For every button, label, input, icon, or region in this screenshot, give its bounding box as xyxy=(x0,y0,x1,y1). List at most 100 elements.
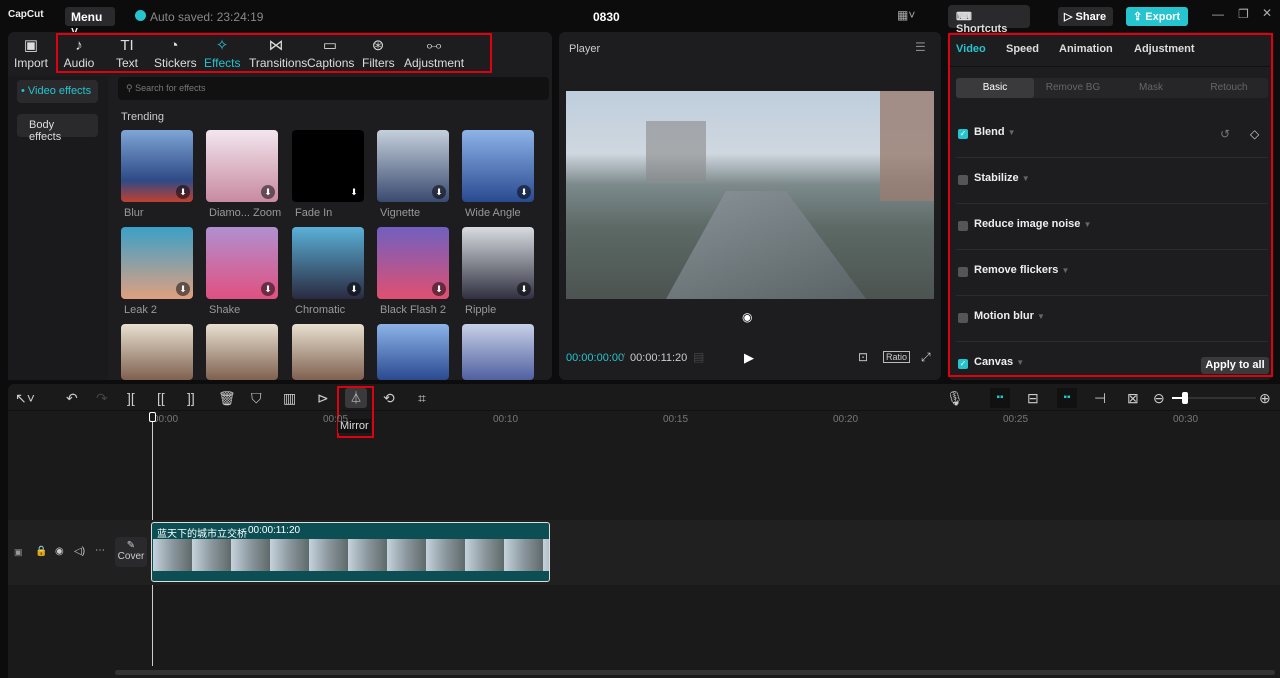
tab-speed[interactable]: Speed xyxy=(1006,43,1039,55)
horizontal-scrollbar[interactable] xyxy=(115,670,1275,675)
split-icon[interactable]: ][ xyxy=(127,390,135,406)
download-icon[interactable]: ⬇ xyxy=(517,185,531,199)
download-icon[interactable]: ⬇ xyxy=(261,282,275,296)
effect-thumbnail[interactable]: ⬇ xyxy=(121,130,193,202)
zoom-in-icon[interactable]: ⊕ xyxy=(1259,390,1271,407)
tab-adjustment[interactable]: ⧟ Adjustment xyxy=(404,36,464,70)
export-button[interactable]: ⇪ Export xyxy=(1126,7,1188,26)
tab-effects[interactable]: ✧ Effects xyxy=(204,36,240,70)
link-icon[interactable]: ⊟ xyxy=(1027,390,1039,407)
preview-axis-toggle[interactable]: ▪▪ xyxy=(1057,388,1077,408)
effect-thumbnail[interactable]: ⬇ xyxy=(292,227,364,299)
reset-icon[interactable]: ↺ xyxy=(1220,127,1230,141)
download-icon[interactable]: ⬇ xyxy=(176,282,190,296)
zoom-fit-icon[interactable]: ⊡ xyxy=(858,350,868,364)
tab-audio[interactable]: ♪ Audio xyxy=(62,36,96,70)
subtab-remove-bg[interactable]: Remove BG xyxy=(1034,78,1112,98)
effect-thumbnail[interactable]: ⬇ xyxy=(206,227,278,299)
video-clip[interactable]: 蓝天下的城市立交桥 00:00:11:20 xyxy=(151,522,550,582)
keyframe-icon[interactable]: ◇ xyxy=(1250,127,1259,141)
player-menu-icon[interactable]: ☰ xyxy=(915,40,926,54)
download-icon[interactable]: ⬇ xyxy=(261,185,275,199)
tab-adjustment-right[interactable]: Adjustment xyxy=(1134,43,1195,55)
effect-thumbnail[interactable] xyxy=(206,324,278,380)
option-checkbox[interactable] xyxy=(958,175,968,185)
tab-filters[interactable]: ⊛ Filters xyxy=(362,36,395,70)
option-checkbox[interactable] xyxy=(958,313,968,323)
freeze-icon[interactable]: ▥ xyxy=(283,390,296,407)
effect-thumbnail[interactable] xyxy=(292,324,364,380)
audio-mute-icon[interactable]: ◁) xyxy=(74,546,85,557)
zoom-out-icon[interactable]: ⊖ xyxy=(1153,390,1165,407)
magnet-toggle[interactable]: ▪▪ xyxy=(990,388,1010,408)
more-icon[interactable]: ⋯ xyxy=(95,545,105,556)
menu-button[interactable]: Menu ˅ xyxy=(65,7,115,38)
split-view-icon[interactable]: ⊣ xyxy=(1094,390,1106,407)
share-button[interactable]: ▷ Share xyxy=(1058,7,1113,26)
redo-icon[interactable]: ↷ xyxy=(96,390,108,407)
total-time: 00:00:11:20 xyxy=(630,352,688,364)
video-preview[interactable] xyxy=(566,91,934,299)
subtab-basic[interactable]: Basic xyxy=(956,78,1034,98)
download-icon[interactable]: ⬇ xyxy=(347,185,361,199)
option-checkbox[interactable] xyxy=(958,221,968,231)
subtab-mask[interactable]: Mask xyxy=(1112,78,1190,98)
thumbnail-icon[interactable]: ⊠ xyxy=(1127,390,1139,407)
audio-wave-icon[interactable]: ◉ xyxy=(742,310,752,324)
layout-icon[interactable]: ▦˅ xyxy=(897,8,915,22)
effect-thumbnail[interactable]: ⬇ xyxy=(462,227,534,299)
tab-video[interactable]: Video xyxy=(956,43,986,55)
tab-animation[interactable]: Animation xyxy=(1059,43,1113,55)
lock-icon[interactable]: 🔒 xyxy=(35,546,47,557)
eye-icon[interactable]: ◉ xyxy=(55,546,64,557)
undo-icon[interactable]: ↶ xyxy=(66,390,78,407)
rotate-icon[interactable]: ⟲ xyxy=(383,390,395,407)
maximize-button[interactable]: ❐ xyxy=(1238,7,1249,21)
shortcuts-button[interactable]: ⌨ Shortcuts xyxy=(948,5,1030,35)
effect-thumbnail[interactable]: ⬇ xyxy=(206,130,278,202)
download-icon[interactable]: ⬇ xyxy=(347,282,361,296)
track-video-icon[interactable]: ▣ xyxy=(14,547,23,558)
marker-icon[interactable]: ⛉ xyxy=(251,390,262,407)
effect-thumbnail[interactable]: ⬇ xyxy=(292,130,364,202)
option-checkbox[interactable]: ✓ xyxy=(958,359,968,369)
effect-thumbnail[interactable]: ⬇ xyxy=(121,227,193,299)
cover-button[interactable]: ✎ Cover xyxy=(115,537,147,567)
tab-import[interactable]: ▣ Import xyxy=(12,36,50,70)
play-button[interactable]: ▶ xyxy=(744,350,754,366)
effect-thumbnail[interactable]: ⬇ xyxy=(377,227,449,299)
subtab-retouch[interactable]: Retouch xyxy=(1190,78,1268,98)
zoom-slider[interactable] xyxy=(1172,392,1256,404)
download-icon[interactable]: ⬇ xyxy=(432,282,446,296)
delete-icon[interactable]: 🗑 xyxy=(218,390,236,407)
playhead-handle[interactable] xyxy=(149,412,156,422)
download-icon[interactable]: ⬇ xyxy=(176,185,190,199)
tab-transitions[interactable]: ⋈ Transitions xyxy=(249,36,307,70)
download-icon[interactable]: ⬇ xyxy=(432,185,446,199)
close-button[interactable]: ✕ xyxy=(1262,6,1272,20)
fullscreen-icon[interactable]: ⤢ xyxy=(921,350,931,365)
download-icon[interactable]: ⬇ xyxy=(517,282,531,296)
search-input[interactable]: ⚲ Search for effects xyxy=(118,77,549,100)
effect-thumbnail[interactable] xyxy=(377,324,449,380)
select-tool-icon[interactable]: ↖˅ xyxy=(15,390,35,407)
effect-thumbnail[interactable]: ⬇ xyxy=(377,130,449,202)
crop-icon[interactable]: ⌗ xyxy=(418,390,426,407)
sidebar-item-body-effects[interactable]: Body effects xyxy=(17,114,98,143)
effect-thumbnail[interactable]: ⬇ xyxy=(462,130,534,202)
tab-captions[interactable]: ▭ Captions xyxy=(307,36,354,70)
apply-to-all-button[interactable]: Apply to all xyxy=(1201,357,1269,374)
effect-thumbnail[interactable] xyxy=(462,324,534,380)
microphone-icon[interactable]: 🎙 xyxy=(946,390,964,407)
ratio-button[interactable]: Ratio xyxy=(883,351,911,363)
split-right-icon[interactable]: ]] xyxy=(187,390,195,406)
tab-stickers[interactable]: ◔ Stickers xyxy=(154,36,197,70)
effect-thumbnail[interactable] xyxy=(121,324,193,380)
tab-text[interactable]: TI Text xyxy=(112,36,142,70)
option-checkbox[interactable]: ✓ xyxy=(958,129,968,139)
option-checkbox[interactable] xyxy=(958,267,968,277)
reverse-icon[interactable]: ⊳ xyxy=(317,390,329,407)
split-left-icon[interactable]: [[ xyxy=(157,390,165,406)
minimize-button[interactable]: — xyxy=(1212,7,1224,21)
sidebar-item-video-effects[interactable]: • Video effects xyxy=(17,80,98,103)
